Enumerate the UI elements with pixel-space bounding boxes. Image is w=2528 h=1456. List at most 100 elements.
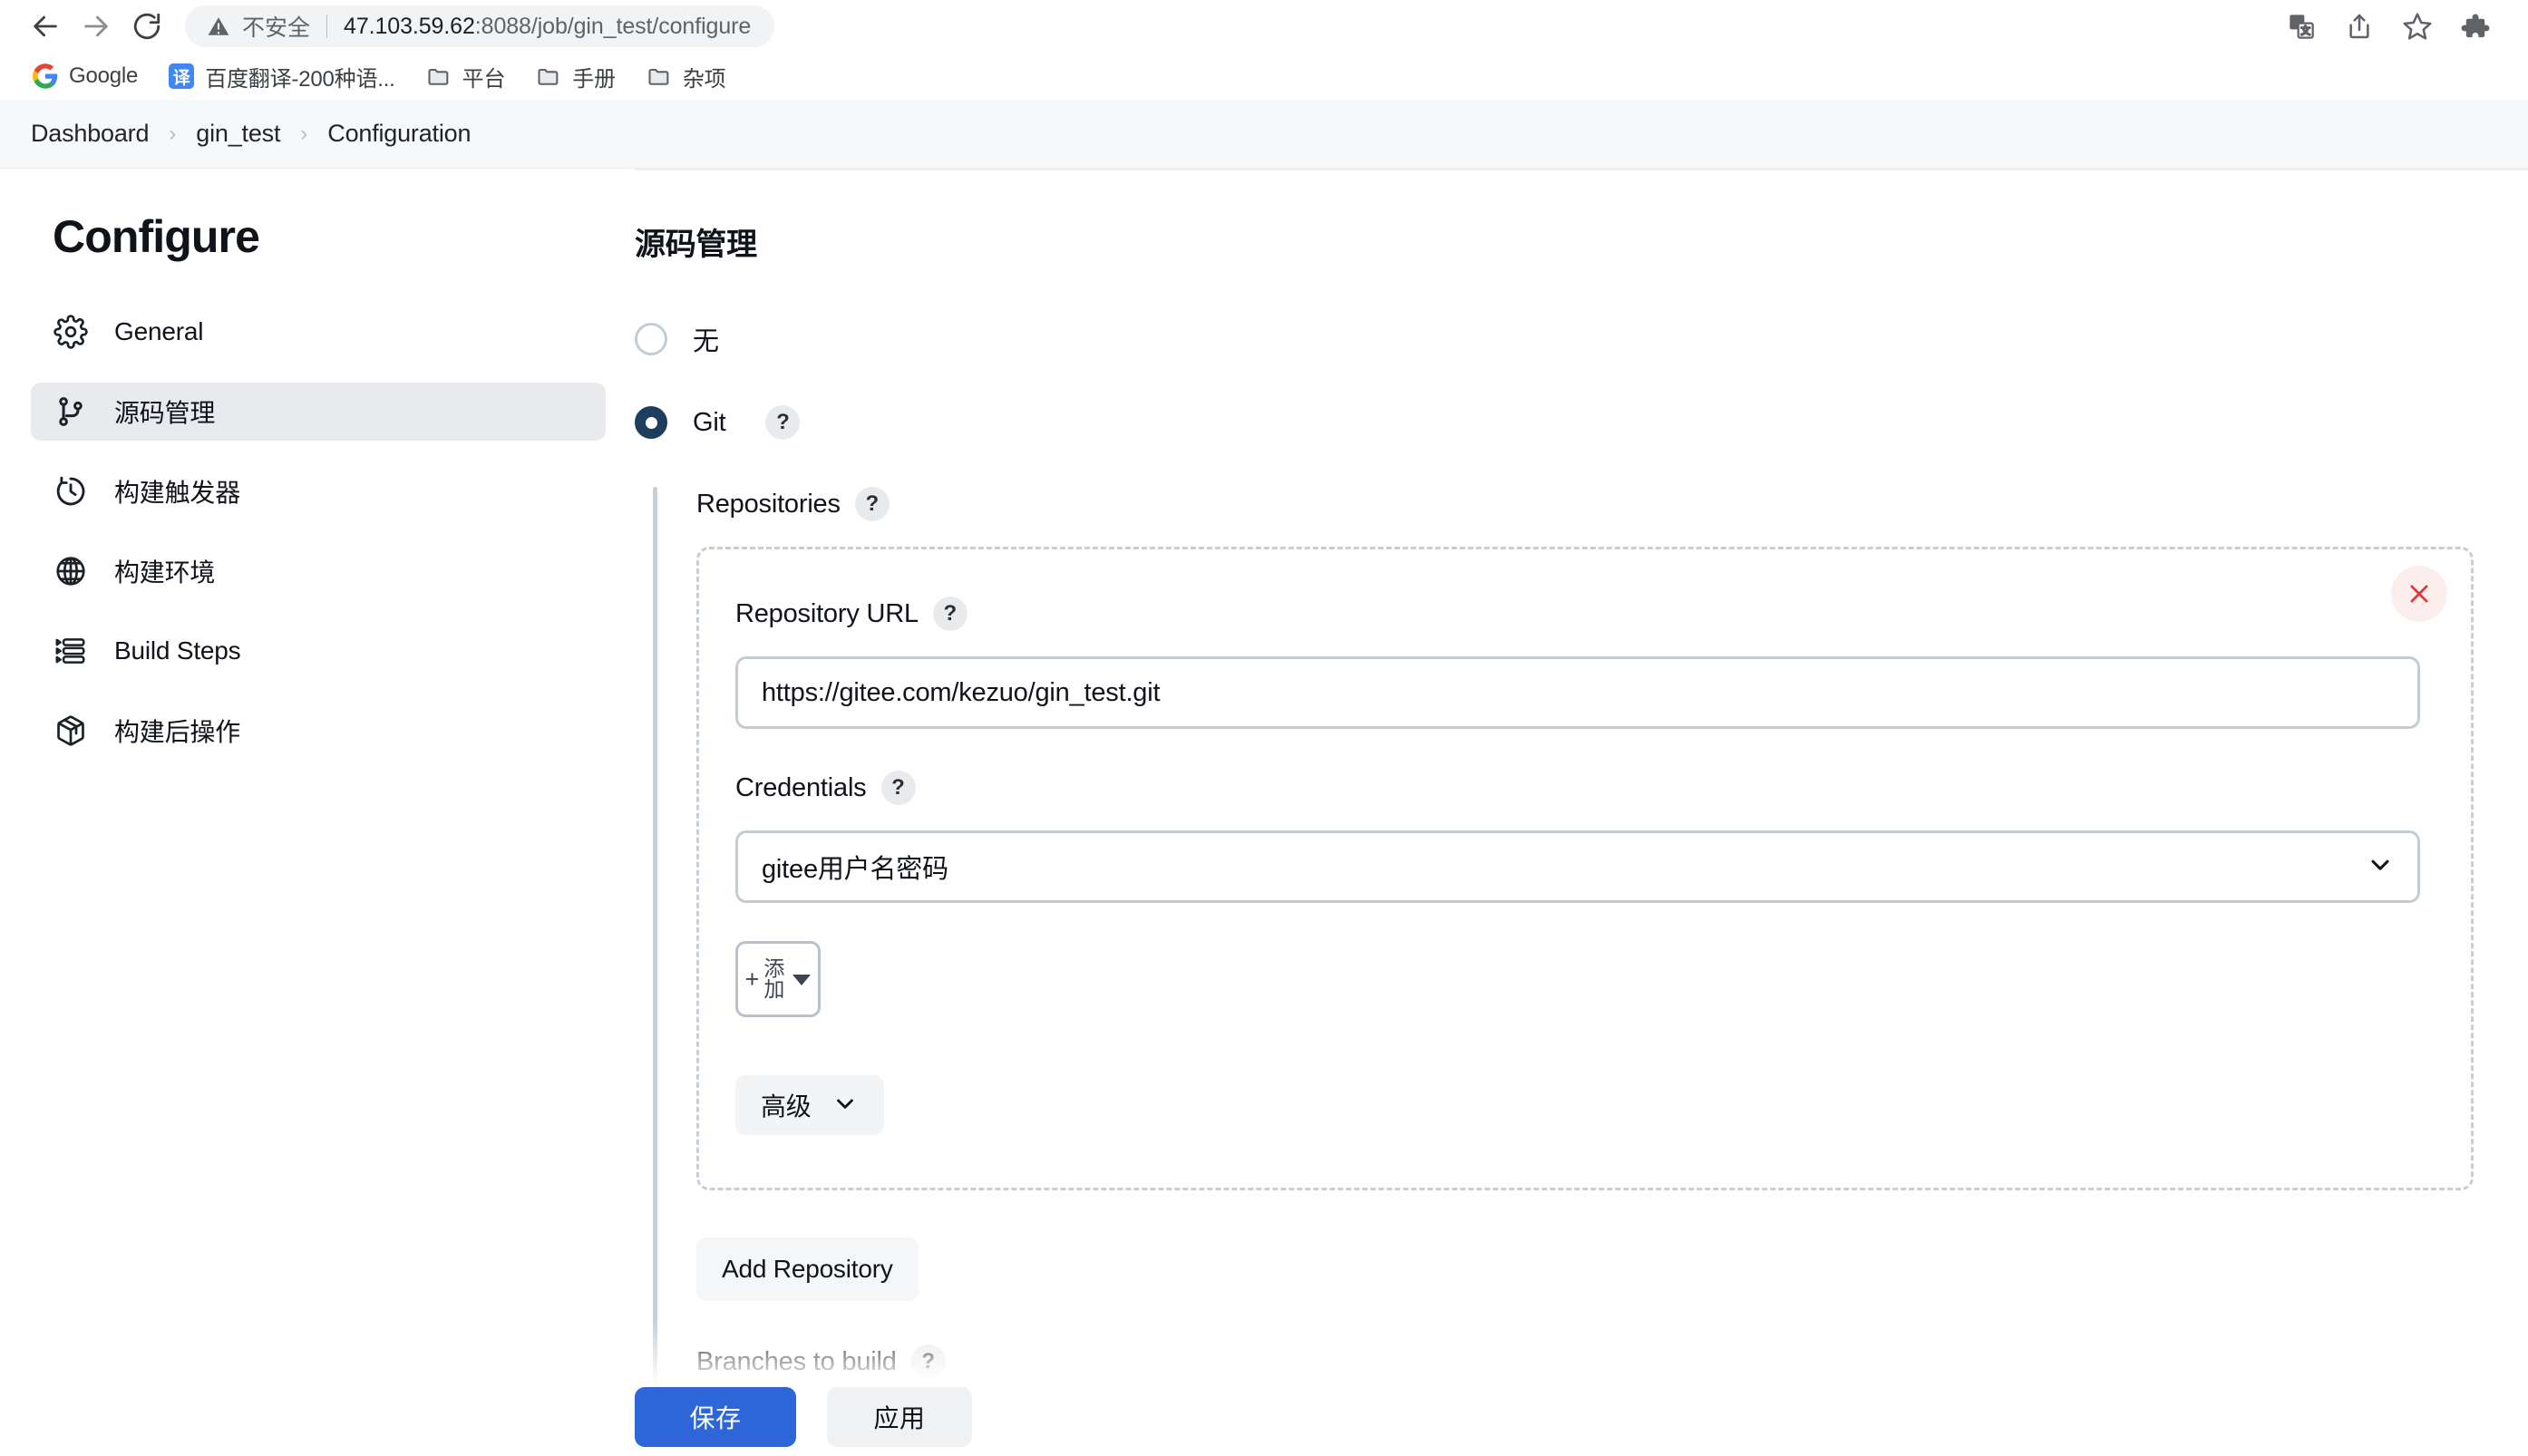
- folder-icon: [428, 68, 449, 85]
- sidebar-item-label: 构建环境: [114, 558, 216, 587]
- branches-to-build-label: Branches to build: [696, 1346, 897, 1376]
- bookmark-label: 平台: [462, 66, 506, 92]
- browser-toolbar: 不安全 47.103.59.62:8088/job/gin_test/confi…: [0, 0, 2528, 53]
- toolbar-actions: G文: [2272, 1, 2504, 52]
- bookmark-label: Google: [69, 63, 139, 88]
- sidebar-nav: General 源码管理 构建触发器 构建环境 Build Steps 构建后操…: [0, 303, 635, 760]
- extensions-puzzle-icon[interactable]: [2446, 1, 2504, 52]
- apply-button[interactable]: 应用: [827, 1387, 972, 1447]
- add-credentials-label: 添加: [763, 956, 785, 1001]
- chevron-down-icon: [831, 1090, 859, 1121]
- section-heading-scm: 源码管理: [635, 228, 757, 262]
- help-icon-repository-url[interactable]: ?: [932, 597, 967, 631]
- baidu-translate-favicon: 译: [169, 63, 195, 89]
- bookmark-star-icon[interactable]: [2388, 1, 2446, 52]
- credentials-select-wrapper: gitee用户名密码: [735, 830, 2420, 903]
- browser-chrome: 不安全 47.103.59.62:8088/job/gin_test/confi…: [0, 0, 2528, 100]
- breadcrumb-item-job[interactable]: gin_test: [196, 120, 280, 148]
- translate-icon[interactable]: G文: [2272, 1, 2330, 52]
- form-action-bar: 保存 应用: [635, 1379, 2528, 1455]
- clock-icon: [53, 473, 89, 510]
- url-host: 47.103.59.62: [344, 13, 475, 39]
- git-config-section: Repositories ? Repository URL ? https://…: [653, 487, 2474, 1433]
- bookmark-google[interactable]: Google: [20, 58, 151, 94]
- content-top-divider: [635, 169, 2528, 170]
- folder-icon: [648, 68, 669, 85]
- radio-none-label: 无: [693, 327, 719, 356]
- bookmark-folder-pingtai[interactable]: 平台: [413, 55, 519, 98]
- advanced-toggle-button[interactable]: 高级: [735, 1075, 884, 1135]
- help-icon-git[interactable]: ?: [765, 405, 801, 440]
- credentials-label-row: Credentials ?: [735, 771, 2420, 805]
- back-arrow-icon[interactable]: [20, 1, 71, 52]
- git-section-rule: [653, 487, 657, 1433]
- scm-option-none[interactable]: 无: [635, 320, 2474, 358]
- bookmark-label: 手册: [572, 66, 616, 92]
- add-credentials-button[interactable]: + 添加: [735, 941, 821, 1017]
- radio-git[interactable]: [635, 406, 667, 439]
- plus-icon: +: [744, 965, 760, 993]
- main-content: 源码管理 无 Git ? Repositories ? Repository U…: [635, 169, 2528, 1455]
- save-button[interactable]: 保存: [635, 1387, 796, 1447]
- radio-none[interactable]: [635, 323, 667, 355]
- sidebar-item-label: 构建触发器: [114, 479, 241, 507]
- credentials-label: Credentials: [735, 772, 867, 802]
- breadcrumb: Dashboard › gin_test › Configuration: [0, 100, 2528, 169]
- repositories-label: Repositories: [696, 489, 841, 519]
- sidebar-item-build-triggers[interactable]: 构建触发器: [31, 462, 606, 520]
- credentials-select[interactable]: gitee用户名密码: [735, 830, 2420, 903]
- security-status[interactable]: 不安全: [207, 10, 310, 43]
- page-title: Configure: [53, 211, 260, 262]
- help-icon-repositories[interactable]: ?: [854, 487, 890, 521]
- sidebar-item-build-steps[interactable]: Build Steps: [31, 622, 606, 680]
- bookmark-folder-shouce[interactable]: 手册: [523, 55, 628, 98]
- bookmark-label: 杂项: [682, 66, 726, 92]
- sidebar-item-label: 源码管理: [114, 399, 216, 427]
- sidebar-item-source-code-management[interactable]: 源码管理: [31, 383, 606, 441]
- repositories-label-row: Repositories ?: [696, 487, 2474, 521]
- package-box-icon: [53, 713, 89, 749]
- sidebar-item-label: Build Steps: [114, 636, 241, 665]
- bookmark-folder-zaxiang[interactable]: 杂项: [634, 55, 739, 98]
- svg-text:文: 文: [2300, 25, 2310, 37]
- address-bar[interactable]: 不安全 47.103.59.62:8088/job/gin_test/confi…: [185, 5, 775, 47]
- scm-option-git[interactable]: Git ?: [635, 405, 2474, 440]
- folder-icon: [538, 68, 559, 85]
- omnibox-divider: [326, 15, 328, 38]
- breadcrumb-separator: ›: [300, 121, 308, 146]
- repository-url-label: Repository URL: [735, 598, 919, 628]
- bookmark-label: 百度翻译-200种语...: [205, 66, 395, 92]
- breadcrumb-item-configuration[interactable]: Configuration: [327, 120, 471, 148]
- sidebar-item-label: 构建后操作: [114, 718, 241, 746]
- configure-sidebar: Configure General 源码管理 构建触发器 构建环境 Build …: [0, 169, 635, 1455]
- add-repository-label: Add Repository: [722, 1255, 893, 1283]
- help-icon-credentials[interactable]: ?: [880, 771, 916, 805]
- advanced-label: 高级: [761, 1092, 812, 1121]
- page-body: Configure General 源码管理 构建触发器 构建环境 Build …: [0, 169, 2528, 1455]
- add-repository-button[interactable]: Add Repository: [696, 1238, 919, 1301]
- sidebar-item-build-environment[interactable]: 构建环境: [31, 542, 606, 600]
- source-branch-icon: [53, 393, 89, 430]
- globe-icon: [53, 553, 89, 589]
- forward-arrow-icon[interactable]: [71, 1, 122, 52]
- security-label: 不安全: [242, 15, 311, 41]
- branches-to-build-row: Branches to build ?: [696, 1344, 2474, 1379]
- google-favicon: [33, 63, 58, 89]
- sidebar-item-post-build-actions[interactable]: 构建后操作: [31, 702, 606, 760]
- warning-triangle-icon: [208, 17, 229, 35]
- url-text: 47.103.59.62:8088/job/gin_test/configure: [344, 14, 751, 40]
- breadcrumb-separator: ›: [169, 121, 177, 146]
- repository-url-label-row: Repository URL ?: [735, 597, 2420, 631]
- radio-git-label: Git: [693, 407, 726, 437]
- sidebar-item-general[interactable]: General: [31, 303, 606, 361]
- breadcrumb-item-dashboard[interactable]: Dashboard: [31, 120, 149, 148]
- steps-list-icon: [53, 633, 89, 669]
- sidebar-item-label: General: [114, 317, 204, 345]
- close-x-icon[interactable]: [2391, 566, 2447, 622]
- share-icon[interactable]: [2330, 1, 2388, 52]
- bookmark-baidu-translate[interactable]: 译 百度翻译-200种语...: [156, 55, 407, 98]
- help-icon-branches[interactable]: ?: [910, 1344, 946, 1379]
- repository-url-input[interactable]: https://gitee.com/kezuo/gin_test.git: [735, 656, 2420, 729]
- reload-icon[interactable]: [122, 1, 172, 52]
- url-path: :8088/job/gin_test/configure: [474, 13, 752, 39]
